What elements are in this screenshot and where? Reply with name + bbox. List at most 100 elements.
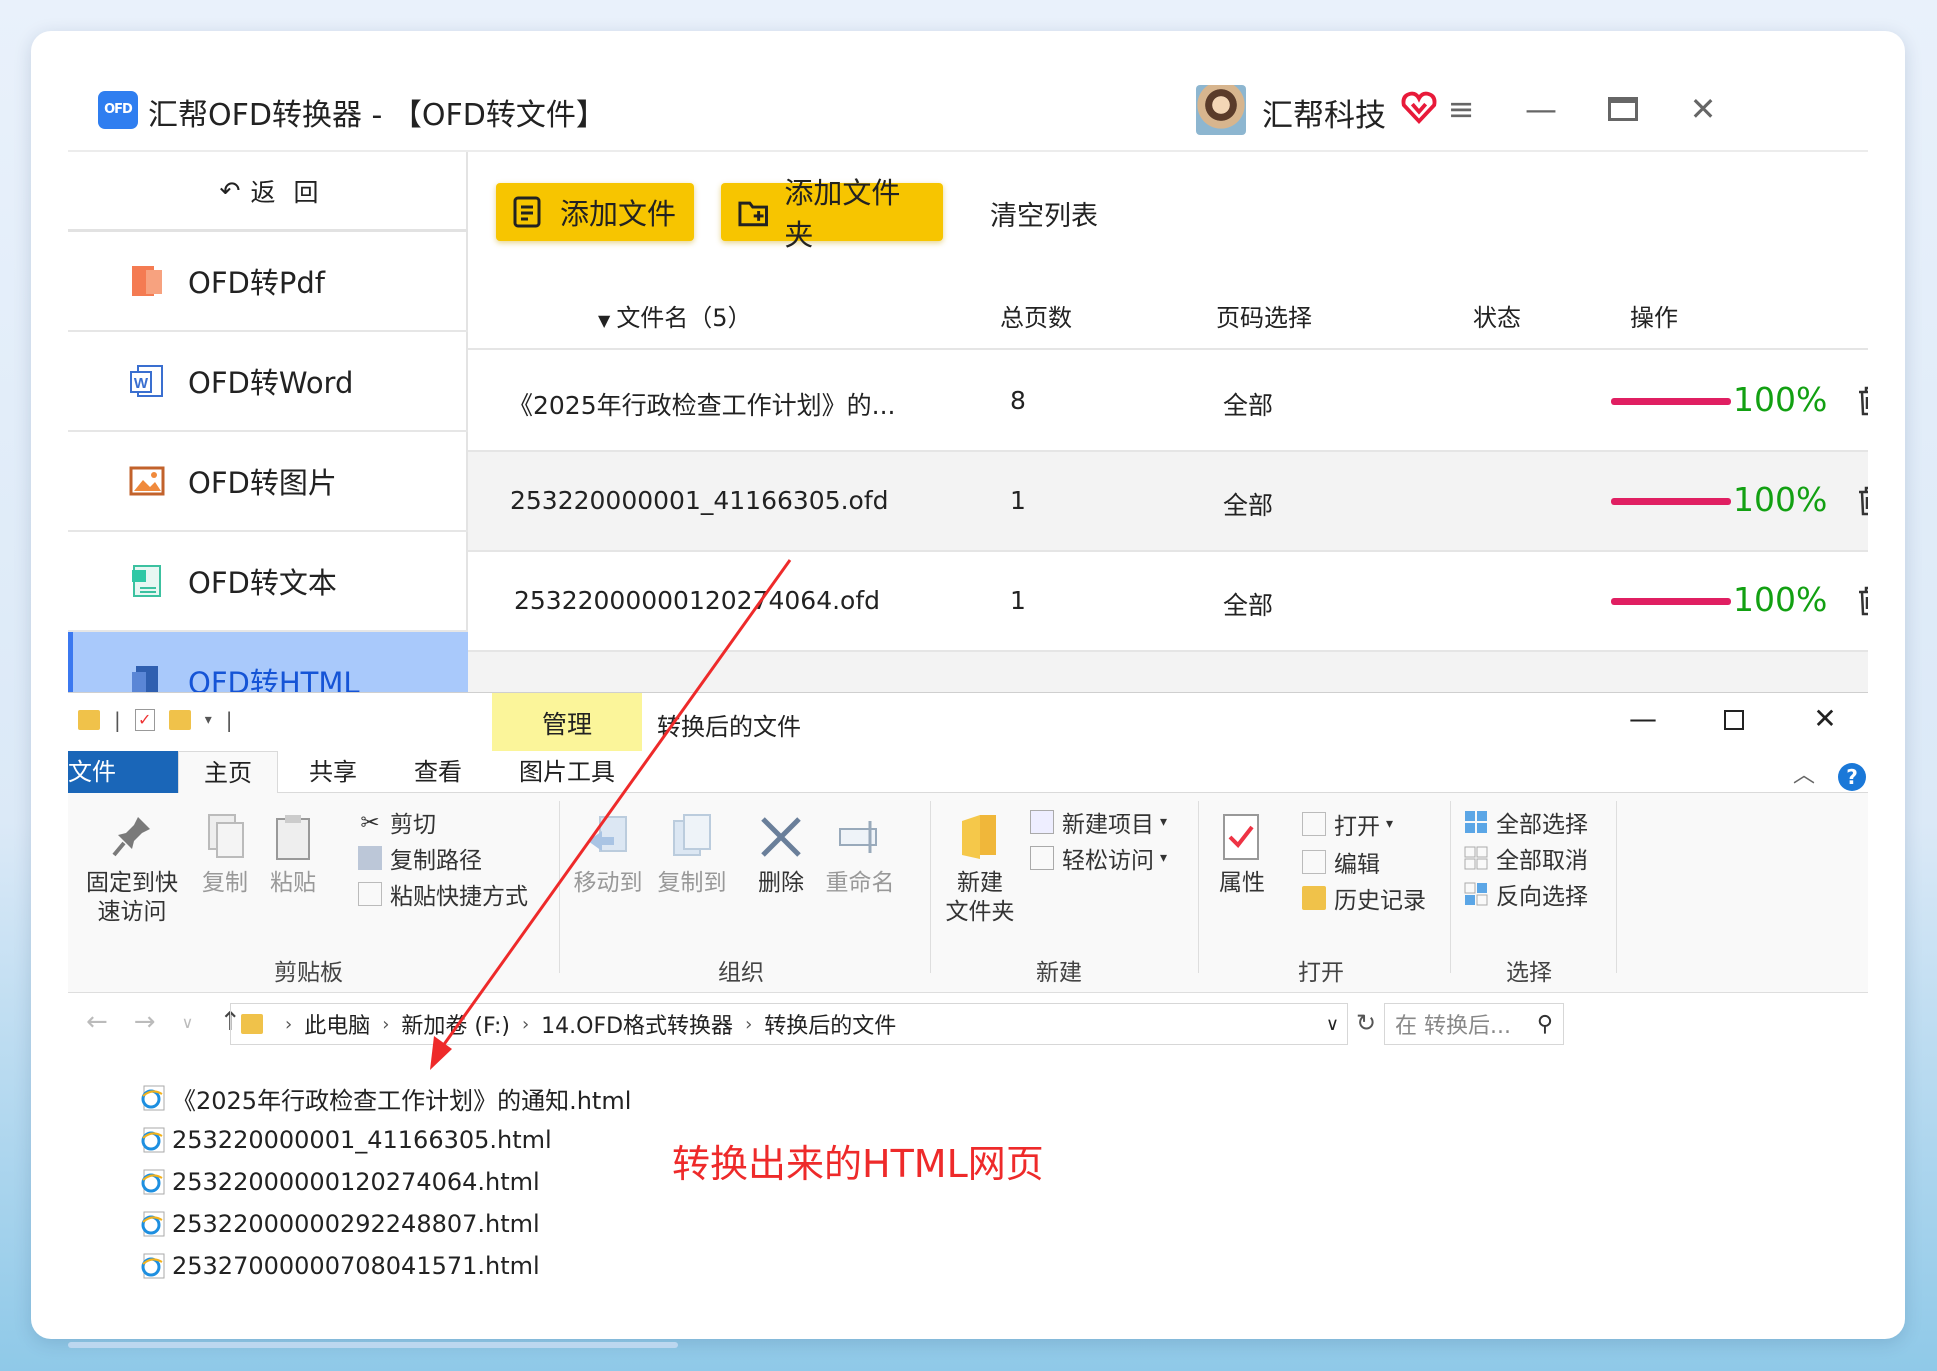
row-page-select[interactable]: 全部 — [1223, 586, 1273, 622]
paste-button[interactable]: 粘贴 — [258, 811, 328, 898]
nav-item-word[interactable]: W OFD转Word — [68, 332, 468, 432]
group-label-new: 新建 — [1036, 960, 1082, 986]
row-page-select[interactable]: 全部 — [1223, 486, 1273, 522]
copy-button[interactable]: 复制 — [190, 811, 260, 898]
nav-item-text[interactable]: OFD转文本 — [68, 532, 468, 632]
rename-button[interactable]: 重命名 — [818, 811, 902, 898]
delete-button[interactable]: 删除 — [748, 811, 814, 898]
copy-path-button[interactable]: 复制路径 — [358, 841, 482, 875]
row-page-select[interactable]: 全部 — [1223, 386, 1273, 422]
menu-icon[interactable]: ≡ — [1436, 86, 1486, 132]
add-folder-button[interactable]: 添加文件夹 — [721, 176, 943, 252]
close-icon[interactable]: ✕ — [1678, 86, 1728, 132]
select-all-button[interactable]: 全部选择 — [1464, 805, 1588, 839]
new-folder-icon[interactable] — [168, 710, 191, 730]
explorer-title: 转换后的文件 — [657, 713, 801, 741]
folder-icon[interactable] — [78, 710, 100, 730]
address-bar[interactable]: › 此电脑 › 新加卷 (F:) › 14.OFD格式转换器 › 转换后的文件 … — [230, 1003, 1348, 1045]
new-item-button[interactable]: 新建项目 ▾ — [1030, 805, 1167, 839]
nav-label: OFD转文本 — [188, 566, 337, 600]
chevron-right-icon: › — [382, 1013, 390, 1035]
qat-dropdown-icon[interactable]: ▾ — [205, 712, 212, 728]
back-arrow-icon[interactable]: ← — [86, 1007, 108, 1037]
progress-bar — [1611, 498, 1731, 505]
breadcrumb[interactable]: 新加卷 (F:) — [401, 1008, 510, 1040]
folder-icon — [241, 1014, 263, 1034]
collapse-ribbon-icon[interactable]: ︿ — [1793, 757, 1815, 789]
tab-share[interactable]: 共享 — [283, 751, 383, 793]
list-item[interactable]: 25322000000292248807.html — [140, 1203, 631, 1245]
nav-item-pdf[interactable]: OFD转Pdf — [68, 232, 468, 332]
history-button[interactable]: 历史记录 — [1302, 881, 1426, 915]
table-row[interactable] — [468, 652, 1868, 693]
recent-dropdown-icon[interactable]: ∨ — [182, 1013, 194, 1032]
vip-heart-icon[interactable] — [1400, 88, 1438, 126]
filename-header[interactable]: ▼ 文件名（5） — [598, 298, 752, 333]
move-to-button[interactable]: 移动到 — [568, 811, 648, 898]
tab-manage[interactable]: 管理 — [492, 693, 642, 751]
forward-arrow-icon[interactable]: → — [134, 1007, 156, 1037]
divider — [559, 801, 560, 973]
action-header: 操作 — [1630, 304, 1678, 332]
pin-quick-access-button[interactable]: 固定到快 速访问 — [76, 811, 188, 927]
table-row[interactable]: 《2025年行政检查工作计划》的... 8 全部 100% — [468, 352, 1868, 452]
ribbon: 固定到快 速访问 复制 粘贴 ✂ 剪切 复制路径 粘贴快捷方式 剪贴板 移动到 复… — [68, 793, 1868, 993]
address-bar-row: ← → ∨ ↑ › 此电脑 › 新加卷 (F:) › 14.OFD格式转换器 ›… — [68, 995, 1868, 1057]
table-row[interactable]: 253220000001_41166305.ofd 1 全部 100% — [468, 452, 1868, 552]
search-input[interactable]: 在 转换后... ⚲ — [1384, 1003, 1564, 1045]
add-file-button[interactable]: 添加文件 — [496, 183, 694, 241]
explorer-close-icon[interactable]: ✕ — [1795, 699, 1855, 739]
new-folder-button[interactable]: 新建 文件夹 — [936, 811, 1024, 927]
user-avatar[interactable] — [1196, 85, 1246, 135]
list-item[interactable]: 25322000000120274064.html — [140, 1161, 631, 1203]
progress-text: 100% — [1733, 580, 1828, 619]
paste-icon — [276, 815, 310, 860]
edit-button[interactable]: 编辑 — [1302, 845, 1380, 879]
list-item[interactable]: 253220000001_41166305.html — [140, 1119, 631, 1161]
clear-list-button[interactable]: 清空列表 — [990, 194, 1098, 233]
new-folder-icon — [962, 815, 996, 859]
copy-icon — [208, 814, 244, 858]
nav-item-image[interactable]: OFD转图片 — [68, 432, 468, 532]
nav-item-html[interactable]: OFD转HTML — [68, 632, 468, 693]
cut-button[interactable]: ✂ 剪切 — [358, 805, 436, 839]
tab-file[interactable]: 文件 — [68, 751, 178, 793]
refresh-icon[interactable]: ↻ — [1356, 1009, 1376, 1037]
trash-icon[interactable] — [1856, 585, 1868, 617]
open-button[interactable]: 打开 ▾ — [1302, 807, 1393, 841]
list-item[interactable]: 25327000000708041571.html — [140, 1245, 631, 1287]
table-row[interactable]: 25322000000120274064.ofd 1 全部 100% — [468, 552, 1868, 652]
help-icon[interactable]: ? — [1838, 763, 1866, 791]
select-none-button[interactable]: 全部取消 — [1464, 841, 1588, 875]
tab-view[interactable]: 查看 — [388, 751, 488, 793]
trash-icon[interactable] — [1856, 385, 1868, 417]
app-title: 汇帮OFD转换器 - 【OFD转文件】 — [148, 98, 606, 133]
address-dropdown-icon[interactable]: ∨ — [1326, 1014, 1339, 1035]
explorer-minimize-icon[interactable]: — — [1613, 699, 1673, 739]
back-button[interactable]: ↶ 返回 — [68, 152, 468, 232]
copy-to-button[interactable]: 复制到 — [652, 811, 732, 898]
invert-selection-button[interactable]: 反向选择 — [1464, 877, 1588, 911]
breadcrumb[interactable]: 14.OFD格式转换器 — [541, 1008, 733, 1040]
tab-home[interactable]: 主页 — [178, 751, 278, 793]
history-icon — [1302, 886, 1326, 910]
paste-shortcut-button[interactable]: 粘贴快捷方式 — [358, 877, 528, 911]
minimize-icon[interactable]: — — [1516, 86, 1566, 132]
list-item[interactable]: 《2025年行政检查工作计划》的通知.html — [140, 1077, 631, 1119]
maximize-icon[interactable] — [1598, 86, 1648, 132]
row-filename: 《2025年行政检查工作计划》的... — [508, 391, 896, 420]
tab-picture-tools[interactable]: 图片工具 — [492, 751, 642, 793]
copy-path-icon — [358, 846, 382, 870]
breadcrumb[interactable]: 转换后的文件 — [764, 1008, 896, 1040]
explorer-maximize-icon[interactable] — [1704, 699, 1764, 739]
svg-text:W: W — [134, 375, 149, 392]
trash-icon[interactable] — [1856, 485, 1868, 517]
divider — [930, 801, 931, 973]
breadcrumb[interactable]: 此电脑 — [304, 1008, 370, 1040]
easy-access-button[interactable]: 轻松访问 ▾ — [1030, 841, 1167, 875]
properties-check-icon[interactable]: ✓ — [134, 709, 155, 731]
select-all-icon — [1465, 811, 1487, 833]
search-icon: ⚲ — [1536, 1011, 1553, 1037]
properties-button[interactable]: 属性 — [1204, 811, 1280, 898]
paste-shortcut-icon — [358, 882, 382, 906]
